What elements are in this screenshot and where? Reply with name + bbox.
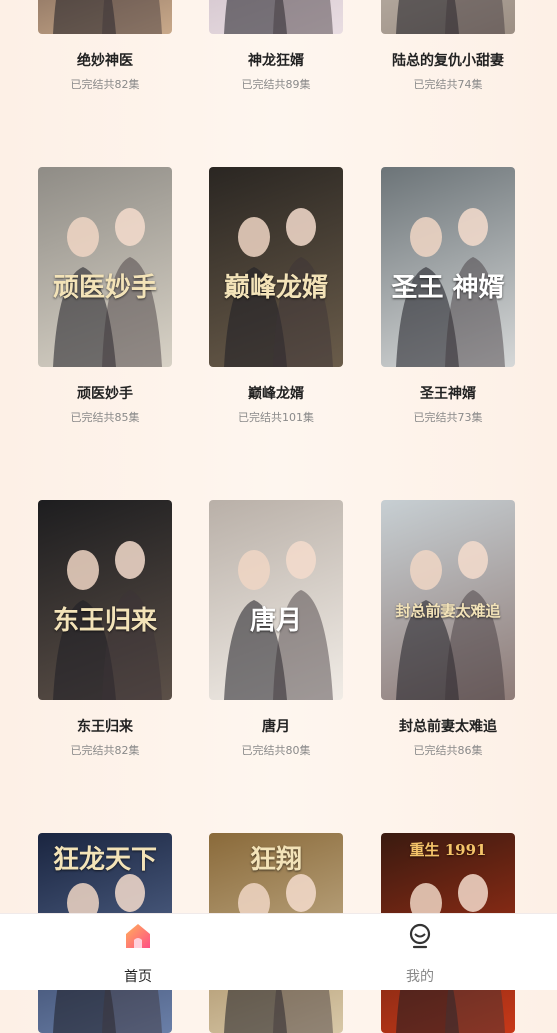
bottom-tab-bar: 首页 我的 [0, 913, 557, 990]
poster-title-art: 唐月 [249, 606, 302, 636]
drama-episode-count: 已完结共82集 [70, 744, 140, 757]
drama-title: 封总前妻太难追 [399, 719, 497, 735]
drama-card[interactable]: 东王归来 东王归来 已完结共82集 [38, 500, 172, 757]
poster-title-art: 狂龙天下 [52, 845, 157, 875]
poster-title-art: 巅峰龙婿 [223, 273, 328, 303]
drama-poster[interactable]: 唐月 [209, 500, 343, 700]
drama-card[interactable]: 陆总的复仇小甜妻 已完结共74集 [381, 0, 515, 91]
drama-episode-count: 已完结共86集 [413, 744, 483, 757]
poster-figures [224, 0, 333, 34]
poster-title-art: 圣王 神婿 [391, 273, 505, 303]
drama-title: 圣王神婿 [420, 386, 476, 402]
drama-episode-count: 已完结共74集 [413, 78, 483, 91]
drama-episode-count: 已完结共82集 [70, 78, 140, 91]
drama-card[interactable]: 圣王 神婿圣王神婿已完结共73集 [381, 167, 515, 424]
poster-figures [53, 0, 162, 34]
drama-poster[interactable]: 圣王 神婿 [381, 167, 515, 367]
drama-poster[interactable] [209, 0, 343, 34]
drama-card[interactable]: 巅峰龙婿 巅峰龙婿 已完结共101集 [209, 167, 343, 424]
drama-episode-count: 已完结共101集 [238, 411, 314, 424]
drama-card[interactable]: 顽医妙手 顽医妙手 已完结共85集 [38, 167, 172, 424]
drama-title: 巅峰龙婿 [248, 386, 304, 402]
poster-title-art: 东王归来 [52, 606, 157, 636]
drama-grid: 绝妙神医 已完结共82集 神龙狂婿 已完结共89集 陆总的复仇小甜妻 已完结共74集 顽医妙… [0, 0, 557, 1033]
drama-title: 神龙狂婿 [248, 53, 304, 69]
profile-icon [409, 923, 431, 949]
poster-title-art: 重生 1991 [409, 841, 487, 859]
drama-title: 唐月 [262, 719, 290, 735]
drama-poster[interactable]: 顽医妙手 [38, 167, 172, 367]
drama-card[interactable]: 唐月 唐月 已完结共80集 [209, 500, 343, 757]
tab-home-label: 首页 [124, 969, 152, 985]
drama-episode-count: 已完结共80集 [241, 744, 311, 757]
home-icon [126, 924, 150, 948]
poster-title-art: 顽医妙手 [52, 273, 157, 303]
drama-card[interactable]: 神龙狂婿已完结共89集 [209, 0, 343, 91]
tab-home[interactable]: 首页 [68, 914, 208, 990]
poster-title-art: 封总前妻太难追 [395, 602, 501, 620]
drama-episode-count: 已完结共85集 [70, 411, 140, 424]
drama-title: 东王归来 [77, 719, 133, 735]
drama-poster[interactable] [381, 0, 515, 34]
poster-figures [396, 0, 505, 34]
drama-card[interactable]: 封总前妻太难追 封总前妻太难追 已完结共86集 [381, 500, 515, 757]
drama-poster[interactable]: 巅峰龙婿 [209, 167, 343, 367]
drama-card[interactable]: 绝妙神医已完结共82集 [38, 0, 172, 91]
tab-mine-label: 我的 [406, 969, 434, 985]
drama-poster[interactable]: 东王归来 [38, 500, 172, 700]
drama-title: 顽医妙手 [77, 386, 133, 402]
tab-mine[interactable]: 我的 [350, 914, 490, 990]
drama-poster[interactable] [38, 0, 172, 34]
drama-poster[interactable]: 封总前妻太难追 [381, 500, 515, 700]
drama-episode-count: 已完结共89集 [241, 78, 311, 91]
drama-title: 陆总的复仇小甜妻 [392, 53, 504, 69]
drama-episode-count: 已完结共73集 [413, 411, 483, 424]
poster-title-art: 狂翔 [249, 845, 302, 875]
drama-title: 绝妙神医 [77, 53, 133, 69]
